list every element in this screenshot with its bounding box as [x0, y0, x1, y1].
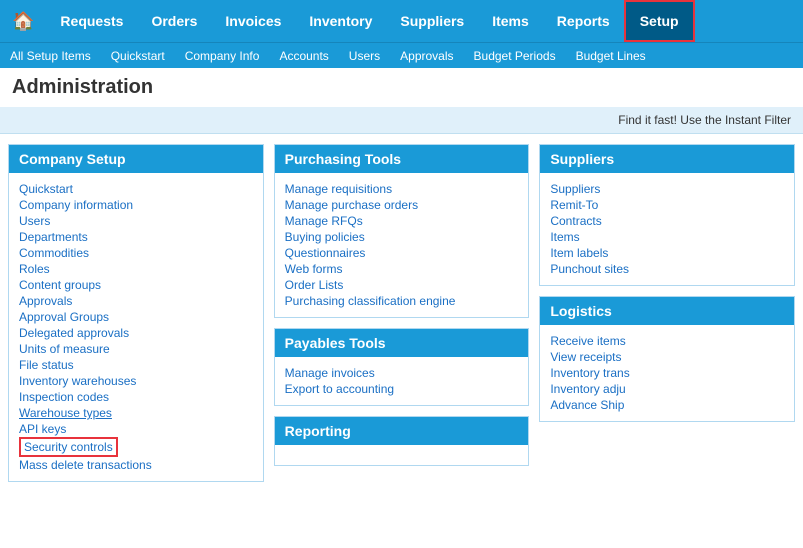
nav-setup[interactable]: Setup [624, 0, 695, 42]
section-logistics: Logistics Receive items View receipts In… [539, 296, 795, 422]
filter-bar-text: Find it fast! Use the Instant Filter [618, 113, 791, 127]
page-title: Administration [12, 76, 791, 99]
link-commodities[interactable]: Commodities [19, 245, 253, 261]
link-advance-ship[interactable]: Advance Ship [550, 397, 784, 413]
nav-invoices[interactable]: Invoices [211, 0, 295, 42]
link-suppliers[interactable]: Suppliers [550, 181, 784, 197]
link-inventory-adju[interactable]: Inventory adju [550, 381, 784, 397]
link-warehouse-types[interactable]: Warehouse types [19, 405, 253, 421]
nav-orders[interactable]: Orders [137, 0, 211, 42]
content-area: Company Setup Quickstart Company informa… [0, 134, 803, 502]
section-logistics-body: Receive items View receipts Inventory tr… [540, 325, 794, 421]
link-mass-delete[interactable]: Mass delete transactions [19, 457, 253, 473]
sub-navigation: All Setup Items Quickstart Company Info … [0, 42, 803, 68]
section-suppliers-body: Suppliers Remit-To Contracts Items Item … [540, 173, 794, 285]
link-units-of-measure[interactable]: Units of measure [19, 341, 253, 357]
link-items[interactable]: Items [550, 229, 784, 245]
subnav-quickstart[interactable]: Quickstart [101, 43, 175, 68]
link-quickstart[interactable]: Quickstart [19, 181, 253, 197]
link-view-receipts[interactable]: View receipts [550, 349, 784, 365]
nav-inventory[interactable]: Inventory [295, 0, 386, 42]
link-roles[interactable]: Roles [19, 261, 253, 277]
nav-suppliers[interactable]: Suppliers [386, 0, 478, 42]
link-order-lists[interactable]: Order Lists [285, 277, 519, 293]
home-button[interactable]: 🏠 [0, 0, 46, 42]
link-punchout-sites[interactable]: Punchout sites [550, 261, 784, 277]
subnav-all-setup[interactable]: All Setup Items [0, 43, 101, 68]
top-navigation: 🏠 Requests Orders Invoices Inventory Sup… [0, 0, 803, 42]
link-item-labels[interactable]: Item labels [550, 245, 784, 261]
column-purchasing: Purchasing Tools Manage requisitions Man… [274, 144, 530, 492]
link-manage-rfqs[interactable]: Manage RFQs [285, 213, 519, 229]
link-security-controls[interactable]: Security controls [19, 437, 118, 457]
link-api-keys[interactable]: API keys [19, 421, 253, 437]
column-suppliers: Suppliers Suppliers Remit-To Contracts I… [539, 144, 795, 492]
filter-bar: Find it fast! Use the Instant Filter [0, 107, 803, 134]
link-approval-groups[interactable]: Approval Groups [19, 309, 253, 325]
section-payables-tools: Payables Tools Manage invoices Export to… [274, 328, 530, 406]
link-inventory-warehouses[interactable]: Inventory warehouses [19, 373, 253, 389]
nav-items[interactable]: Items [478, 0, 543, 42]
section-payables-body: Manage invoices Export to accounting [275, 357, 529, 405]
link-questionnaires[interactable]: Questionnaires [285, 245, 519, 261]
link-inspection-codes[interactable]: Inspection codes [19, 389, 253, 405]
link-buying-policies[interactable]: Buying policies [285, 229, 519, 245]
link-departments[interactable]: Departments [19, 229, 253, 245]
link-remit-to[interactable]: Remit-To [550, 197, 784, 213]
section-reporting-header: Reporting [275, 417, 529, 445]
link-delegated-approvals[interactable]: Delegated approvals [19, 325, 253, 341]
column-company-setup: Company Setup Quickstart Company informa… [8, 144, 264, 492]
section-reporting-body [275, 445, 529, 465]
link-web-forms[interactable]: Web forms [285, 261, 519, 277]
link-company-information[interactable]: Company information [19, 197, 253, 213]
page-title-bar: Administration [0, 68, 803, 107]
section-purchasing-body: Manage requisitions Manage purchase orde… [275, 173, 529, 317]
link-manage-invoices[interactable]: Manage invoices [285, 365, 519, 381]
subnav-company-info[interactable]: Company Info [175, 43, 270, 68]
section-company-setup-body: Quickstart Company information Users Dep… [9, 173, 263, 481]
link-file-status[interactable]: File status [19, 357, 253, 373]
section-company-setup: Company Setup Quickstart Company informa… [8, 144, 264, 482]
section-company-setup-header: Company Setup [9, 145, 263, 173]
link-purchasing-classification[interactable]: Purchasing classification engine [285, 293, 519, 309]
section-suppliers: Suppliers Suppliers Remit-To Contracts I… [539, 144, 795, 286]
link-manage-purchase-orders[interactable]: Manage purchase orders [285, 197, 519, 213]
section-reporting: Reporting [274, 416, 530, 466]
nav-requests[interactable]: Requests [46, 0, 137, 42]
section-payables-header: Payables Tools [275, 329, 529, 357]
link-content-groups[interactable]: Content groups [19, 277, 253, 293]
link-users[interactable]: Users [19, 213, 253, 229]
section-purchasing-header: Purchasing Tools [275, 145, 529, 173]
subnav-users[interactable]: Users [339, 43, 390, 68]
link-receive-items[interactable]: Receive items [550, 333, 784, 349]
link-manage-requisitions[interactable]: Manage requisitions [285, 181, 519, 197]
link-export-accounting[interactable]: Export to accounting [285, 381, 519, 397]
subnav-budget-lines[interactable]: Budget Lines [566, 43, 656, 68]
link-contracts[interactable]: Contracts [550, 213, 784, 229]
link-inventory-trans[interactable]: Inventory trans [550, 365, 784, 381]
section-logistics-header: Logistics [540, 297, 794, 325]
subnav-budget-periods[interactable]: Budget Periods [464, 43, 566, 68]
subnav-accounts[interactable]: Accounts [269, 43, 338, 68]
section-suppliers-header: Suppliers [540, 145, 794, 173]
link-approvals[interactable]: Approvals [19, 293, 253, 309]
section-purchasing-tools: Purchasing Tools Manage requisitions Man… [274, 144, 530, 318]
subnav-approvals[interactable]: Approvals [390, 43, 463, 68]
nav-reports[interactable]: Reports [543, 0, 624, 42]
